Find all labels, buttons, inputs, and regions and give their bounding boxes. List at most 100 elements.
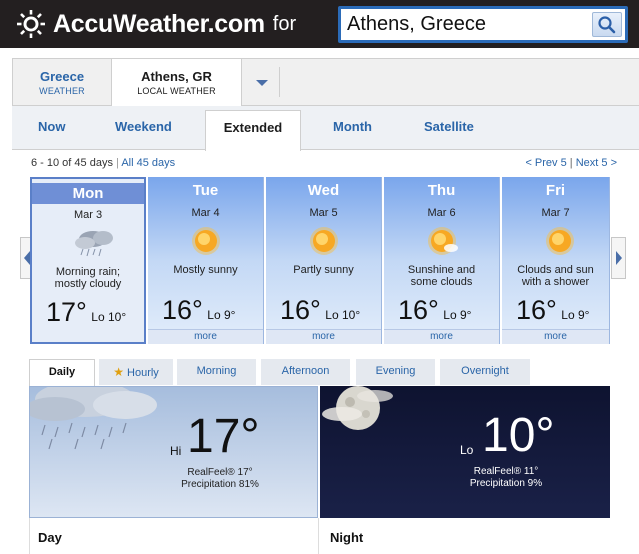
location-tabs: Greece WEATHER Athens, GR LOCAL WEATHER <box>12 58 639 108</box>
day-date: Mar 7 <box>541 207 570 219</box>
tab-weekend[interactable]: Weekend <box>115 119 172 134</box>
day-hi-temp: 17° <box>187 410 260 463</box>
panel-footer <box>29 518 610 554</box>
tab-now[interactable]: Now <box>38 119 65 134</box>
chevron-right-icon <box>616 251 622 265</box>
day-date: Mar 3 <box>73 209 103 221</box>
tab-greece-subtitle: WEATHER <box>39 86 85 96</box>
more-link[interactable]: more <box>384 329 499 344</box>
day-card-mon[interactable]: Mon Mar 3 Morning rain; mostly cloudy 17… <box>30 177 146 344</box>
day-hi-temp: 16° <box>516 295 557 325</box>
day-lo-temp: Lo 10° <box>325 308 361 322</box>
location-search-input[interactable] <box>341 9 589 40</box>
prev-5-link[interactable]: < Prev 5 <box>525 157 566 169</box>
forecast-nav-tabs: Now Weekend Extended Month Satellite <box>12 106 639 151</box>
day-date: Mar 6 <box>427 207 456 219</box>
day-condition-line2: some clouds <box>410 276 473 288</box>
next-5-link[interactable]: Next 5 > <box>576 157 617 169</box>
sun-icon <box>192 227 220 255</box>
day-name: Thu <box>427 182 456 199</box>
day-hi-temp: 16° <box>398 295 439 325</box>
day-name: Mon <box>32 183 144 204</box>
day-temperature: 16° Lo 9° <box>398 295 498 326</box>
day-condition: Partly sunny <box>266 264 381 276</box>
more-link[interactable]: more <box>266 329 381 344</box>
day-lo-temp: Lo 9° <box>561 308 590 322</box>
day-lo-temp: Lo 9° <box>207 308 236 322</box>
day-condition-line1: Morning rain; <box>55 266 121 278</box>
day-card-wed[interactable]: Wed Mar 5 Partly sunny 16° Lo 10° more <box>266 177 382 344</box>
day-hi-temp: 17° <box>46 297 87 327</box>
star-icon: ★ <box>113 365 124 379</box>
day-condition-line2: with a shower <box>521 276 590 288</box>
day-precipitation: Precipitation 81% <box>181 479 259 490</box>
pager: < Prev 5 | Next 5 > <box>525 157 617 169</box>
all-days-link[interactable]: All 45 days <box>121 157 175 169</box>
tab-athens-local-weather[interactable]: Athens, GR LOCAL WEATHER <box>111 59 242 108</box>
day-temperature: 16° Lo 10° <box>280 295 380 326</box>
day-hi-temp: 16° <box>280 295 321 325</box>
tab-satellite[interactable]: Satellite <box>424 119 474 134</box>
range-text: 6 - 10 of 45 days <box>31 157 113 169</box>
logo-text: AccuWeather.com <box>53 9 265 38</box>
pager-separator: | <box>569 157 573 169</box>
sun-logo-icon <box>17 10 45 38</box>
tab-hourly[interactable]: ★ Hourly <box>99 359 173 385</box>
more-link[interactable]: more <box>502 329 609 344</box>
day-card-fri[interactable]: Fri Mar 7 Clouds and sun with a shower 1… <box>502 177 610 344</box>
period-tabs: Daily ★ Hourly Morning Afternoon Evening… <box>29 359 610 386</box>
day-name: Tue <box>192 182 219 199</box>
moon-icon <box>322 386 393 430</box>
rain-cloud-icon <box>75 231 113 257</box>
day-cards: Mon Mar 3 Morning rain; mostly cloudy 17… <box>30 177 610 344</box>
day-name: Fri <box>545 182 566 199</box>
day-temperature: 17° Lo 10° <box>46 297 146 328</box>
top-bar: AccuWeather.com for <box>0 0 639 48</box>
night-realfeel: RealFeel® 11° <box>473 466 539 477</box>
lo-label: Lo <box>460 443 474 457</box>
scroll-right-button[interactable] <box>611 237 626 279</box>
sun-icon <box>546 227 574 255</box>
search-button[interactable] <box>592 12 622 37</box>
day-condition: Sunshine and some clouds <box>384 264 499 288</box>
rain-cloud-icon <box>30 387 157 450</box>
tab-month[interactable]: Month <box>333 119 372 134</box>
day-lo-temp: Lo 10° <box>91 310 127 324</box>
tab-daily[interactable]: Daily <box>29 359 95 386</box>
day-date: Mar 4 <box>191 207 220 219</box>
tab-extended[interactable]: Extended <box>205 110 301 151</box>
day-hi-temp: 16° <box>162 295 203 325</box>
day-condition-line1: Partly sunny <box>293 264 354 276</box>
tab-evening[interactable]: Evening <box>356 359 435 385</box>
day-card-thu[interactable]: Thu Mar 6 Sunshine and some clouds 16° L… <box>384 177 500 344</box>
night-precipitation: Precipitation 9% <box>469 478 543 489</box>
footer-divider <box>318 518 319 554</box>
day-range: 6 - 10 of 45 days | All 45 days <box>31 157 175 169</box>
tab-overnight[interactable]: Overnight <box>440 359 530 385</box>
more-link[interactable]: more <box>148 329 263 344</box>
accuweather-logo[interactable]: AccuWeather.com for <box>16 9 296 39</box>
day-realfeel: RealFeel® 17° <box>187 467 253 478</box>
sun-icon <box>310 227 338 255</box>
night-lo-temp: 10° <box>482 409 555 462</box>
range-separator: | <box>116 157 119 169</box>
day-title: Day <box>38 530 62 545</box>
chevron-down-icon <box>256 80 268 86</box>
day-condition: Clouds and sun with a shower <box>502 264 609 288</box>
location-dropdown-button[interactable] <box>244 67 280 97</box>
night-title: Night <box>330 530 364 545</box>
tab-morning[interactable]: Morning <box>177 359 256 385</box>
tab-afternoon[interactable]: Afternoon <box>261 359 350 385</box>
day-condition-line2: mostly cloudy <box>54 278 122 290</box>
accuweather-page: { "header": { "logo_text": "AccuWeather.… <box>0 0 639 554</box>
day-detail-panel: Hi 17° RealFeel® 17° Precipitation 81% <box>29 386 318 518</box>
night-detail-panel: Lo 10° RealFeel® 11° Precipitation 9% <box>320 386 610 518</box>
day-date: Mar 5 <box>309 207 338 219</box>
day-temperature: 16° Lo 9° <box>162 295 262 326</box>
tab-greece-weather[interactable]: Greece WEATHER <box>13 59 111 105</box>
for-label: for <box>272 12 297 35</box>
sun-cloud-icon <box>428 227 458 255</box>
hi-label: Hi <box>170 444 182 458</box>
day-card-tue[interactable]: Tue Mar 4 Mostly sunny 16° Lo 9° more <box>148 177 264 344</box>
tab-athens-subtitle: LOCAL WEATHER <box>137 86 216 96</box>
